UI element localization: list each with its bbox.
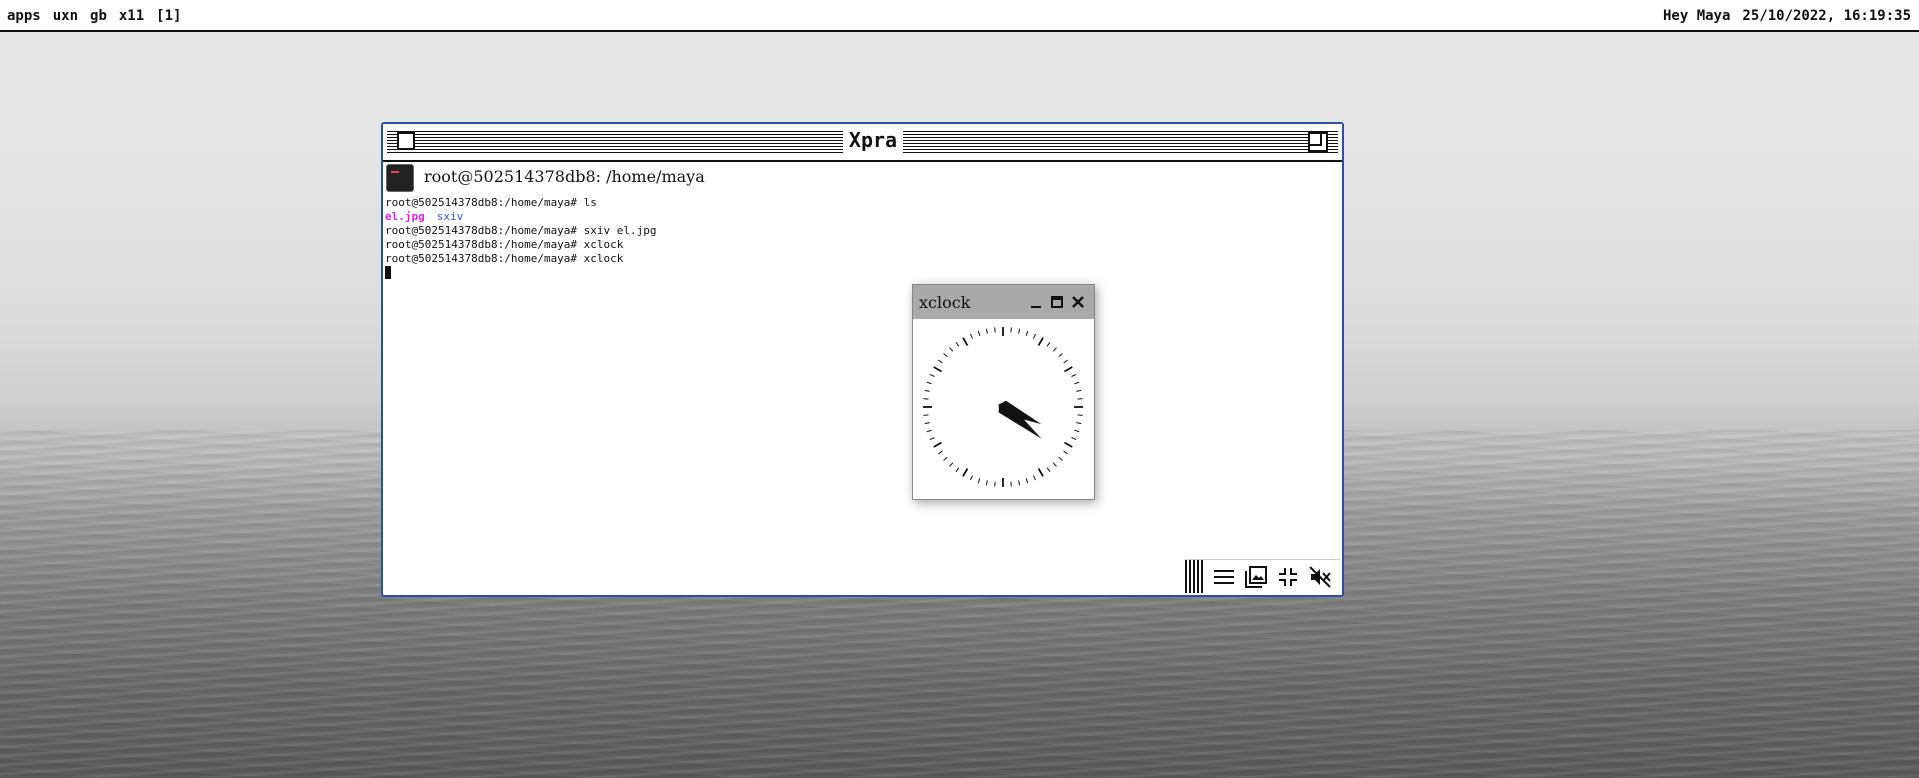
clock-tick bbox=[1010, 481, 1012, 487]
clock-tick bbox=[943, 353, 948, 358]
clock-tick bbox=[937, 359, 943, 364]
clock-tick bbox=[994, 481, 996, 487]
clock-tick bbox=[1025, 478, 1029, 484]
terminal-line: root@502514378db8:/home/maya# xclock bbox=[385, 238, 624, 251]
clock-tick bbox=[1074, 381, 1080, 385]
clock-tick bbox=[1064, 441, 1073, 448]
clock-tick bbox=[1018, 480, 1021, 486]
mute-icon[interactable] bbox=[1308, 565, 1332, 589]
file-el-jpg: el.jpg bbox=[385, 210, 425, 223]
clock-tick bbox=[1052, 462, 1057, 467]
clock-readout: 25/10/2022, 16:19:35 bbox=[1742, 8, 1911, 24]
xpra-window: Xpra root@502514378db8: /home/maya root@… bbox=[381, 122, 1344, 597]
terminal-title: root@502514378db8: /home/maya bbox=[424, 167, 705, 186]
menu-x11[interactable]: x11 bbox=[119, 8, 144, 24]
clock-tick bbox=[1018, 328, 1021, 334]
maximize-button[interactable] bbox=[1308, 132, 1328, 152]
clock-tick bbox=[1071, 374, 1077, 377]
menu-gb[interactable]: gb bbox=[90, 8, 107, 24]
clock-tick bbox=[955, 341, 960, 347]
xclock-title: xclock bbox=[919, 293, 971, 312]
clock-tick bbox=[1071, 437, 1077, 440]
menu-apps[interactable]: apps bbox=[7, 8, 41, 24]
close-button[interactable] bbox=[397, 132, 415, 150]
clock-tick bbox=[924, 422, 930, 425]
xpra-tray bbox=[1185, 559, 1340, 593]
clock-tick bbox=[1058, 353, 1063, 358]
clock-tick bbox=[1033, 333, 1036, 339]
clock-tick bbox=[943, 456, 948, 461]
xpra-titlebar[interactable]: Xpra bbox=[383, 124, 1342, 162]
menu-icon[interactable] bbox=[1212, 565, 1236, 589]
tray-grip[interactable] bbox=[1185, 560, 1205, 593]
titlebar-stripes bbox=[903, 131, 1338, 153]
terminal-icon bbox=[386, 164, 414, 192]
clock-tick bbox=[1037, 468, 1044, 477]
clock-tick bbox=[1025, 330, 1029, 336]
clock-tick bbox=[1064, 366, 1073, 373]
clock-tick bbox=[1037, 337, 1044, 346]
clock-tick bbox=[994, 327, 996, 333]
terminal-header: root@502514378db8: /home/maya bbox=[383, 162, 1342, 192]
clock-tick bbox=[1046, 467, 1051, 473]
clock-tick bbox=[962, 337, 969, 346]
clock-tick bbox=[923, 414, 929, 416]
clock-tick bbox=[933, 366, 942, 373]
clock-tick bbox=[949, 347, 954, 352]
titlebar-stripes bbox=[387, 131, 843, 153]
clock-tick bbox=[1058, 456, 1063, 461]
ls-output: el.jpg sxiv bbox=[385, 210, 1340, 224]
text-cursor bbox=[385, 266, 391, 279]
clock-tick bbox=[970, 475, 973, 481]
terminal-line: root@502514378db8:/home/maya# xclock bbox=[385, 252, 624, 265]
clock-tick bbox=[1074, 429, 1080, 433]
window-title: Xpra bbox=[848, 128, 898, 152]
gallery-icon[interactable] bbox=[1244, 565, 1268, 589]
maximize-icon[interactable] bbox=[1050, 295, 1064, 309]
clock-tick bbox=[933, 441, 942, 448]
clock-tick bbox=[977, 330, 981, 336]
clock-tick bbox=[924, 389, 930, 392]
menu-uxn[interactable]: uxn bbox=[53, 8, 78, 24]
clock-tick bbox=[929, 374, 935, 377]
clock-tick bbox=[929, 437, 935, 440]
top-bar: apps uxn gb x11 [1] Hey Maya 25/10/2022,… bbox=[0, 0, 1919, 32]
greeting: Hey Maya bbox=[1662, 8, 1731, 24]
clock-tick bbox=[985, 328, 988, 334]
clock-tick bbox=[926, 381, 932, 385]
clock-tick bbox=[923, 398, 929, 400]
clock-tick bbox=[1077, 398, 1083, 400]
minimize-icon[interactable] bbox=[1276, 565, 1300, 589]
clock-tick bbox=[937, 450, 943, 455]
clock-tick bbox=[977, 478, 981, 484]
clock-tick bbox=[1063, 359, 1069, 364]
clock-tick bbox=[962, 468, 969, 477]
clock-tick bbox=[955, 467, 960, 473]
clock-tick bbox=[1063, 450, 1069, 455]
clock-tick bbox=[1052, 347, 1057, 352]
terminal-line: root@502514378db8:/home/maya# sxiv el.jp… bbox=[385, 224, 657, 237]
clock-tick bbox=[1033, 475, 1036, 481]
minimize-icon[interactable] bbox=[1029, 295, 1043, 309]
xclock-window: xclock bbox=[912, 284, 1095, 500]
file-sxiv: sxiv bbox=[436, 210, 464, 223]
clock-tick bbox=[949, 462, 954, 467]
clock-tick bbox=[1077, 414, 1083, 416]
clock-tick bbox=[926, 429, 932, 433]
clock-tick bbox=[985, 480, 988, 486]
xclock-titlebar[interactable]: xclock bbox=[913, 285, 1094, 319]
close-icon[interactable] bbox=[1071, 295, 1085, 309]
clock-face bbox=[923, 327, 1083, 487]
clock-tick bbox=[1046, 341, 1051, 347]
terminal-line: root@502514378db8:/home/maya# ls bbox=[385, 196, 597, 209]
clock-tick bbox=[1076, 422, 1082, 425]
clock-tick bbox=[970, 333, 973, 339]
prompt-line bbox=[385, 266, 1340, 280]
terminal-output[interactable]: root@502514378db8:/home/maya# ls el.jpg s… bbox=[385, 196, 1340, 280]
clock-tick bbox=[1076, 389, 1082, 392]
workspace-indicator[interactable]: [1] bbox=[156, 8, 181, 24]
clock-tick bbox=[1010, 327, 1012, 333]
